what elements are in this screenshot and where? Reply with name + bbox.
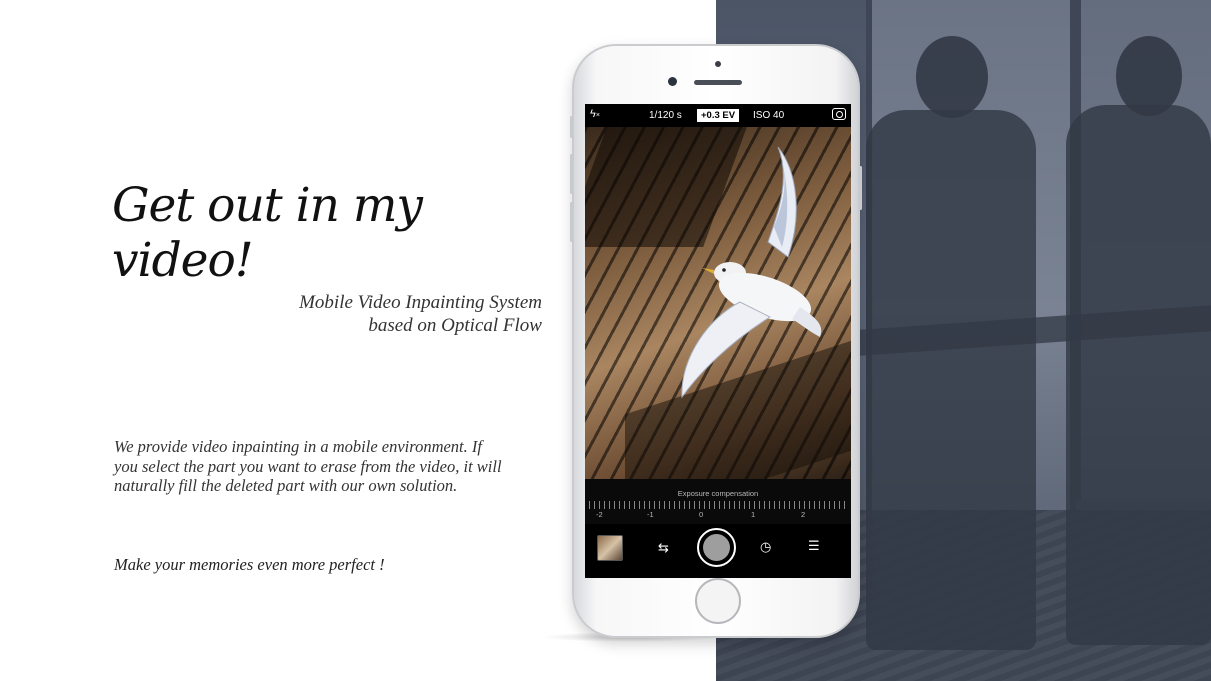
- subtitle-line: based on Optical Flow: [368, 315, 542, 336]
- camera-switch-icon[interactable]: [832, 108, 846, 120]
- proximity-sensor: [715, 61, 721, 67]
- exposure-label: Exposure compensation: [677, 489, 759, 498]
- camera-controls-bar: ⇆ ◷ ☰: [585, 524, 851, 578]
- exposure-ticks[interactable]: [589, 501, 847, 509]
- iso-value[interactable]: ISO 40: [753, 110, 784, 121]
- camera-viewfinder[interactable]: [585, 127, 851, 525]
- volume-up-button: [570, 154, 573, 194]
- exposure-tick-label: 1: [751, 510, 756, 519]
- exposure-tick-label: -1: [647, 510, 654, 519]
- timer-icon[interactable]: ◷: [760, 540, 771, 555]
- volume-down-button: [570, 202, 573, 242]
- exposure-compensation-slider[interactable]: Exposure compensation -2 -1 0 1 2: [585, 479, 851, 524]
- person-silhouette: [866, 110, 1036, 650]
- person-silhouette-head: [1116, 36, 1182, 116]
- exposure-value-badge[interactable]: +0.3 EV: [697, 109, 740, 122]
- power-button: [859, 166, 862, 210]
- shutter-button[interactable]: [697, 528, 736, 567]
- person-silhouette: [1066, 105, 1211, 645]
- shutter-speed[interactable]: 1/120 s: [649, 110, 682, 121]
- gallery-thumbnail-icon[interactable]: [597, 535, 623, 561]
- menu-icon[interactable]: ☰: [808, 539, 820, 554]
- exposure-tick-label: 2: [801, 510, 806, 519]
- subtitle-line: Mobile Video Inpainting System: [299, 292, 542, 313]
- phone-mockup: ϟ× 1/120 s +0.3 EV ISO 40 Exposure compe…: [570, 44, 862, 638]
- person-silhouette-head: [916, 36, 988, 118]
- phone-screen: ϟ× 1/120 s +0.3 EV ISO 40 Exposure compe…: [585, 104, 851, 578]
- exposure-tick-label: 0: [699, 510, 704, 519]
- slide-subtitle: Mobile Video Inpainting System based on …: [230, 291, 542, 337]
- exposure-tick-label: -2: [596, 510, 603, 519]
- earpiece-speaker: [694, 80, 742, 85]
- home-button[interactable]: [695, 578, 741, 624]
- slide-tagline: Make your memories even more perfect !: [114, 555, 385, 574]
- swap-arrows-icon[interactable]: ⇆: [658, 541, 669, 556]
- front-camera: [668, 77, 677, 86]
- flash-off-icon[interactable]: ϟ×: [590, 108, 600, 120]
- slide-title: Get out in my video!: [112, 178, 423, 288]
- camera-status-bar: ϟ× 1/120 s +0.3 EV ISO 40: [585, 104, 851, 127]
- mute-switch: [570, 116, 573, 138]
- slide-description: We provide video inpainting in a mobile …: [114, 437, 502, 495]
- seagull-image: [681, 147, 822, 399]
